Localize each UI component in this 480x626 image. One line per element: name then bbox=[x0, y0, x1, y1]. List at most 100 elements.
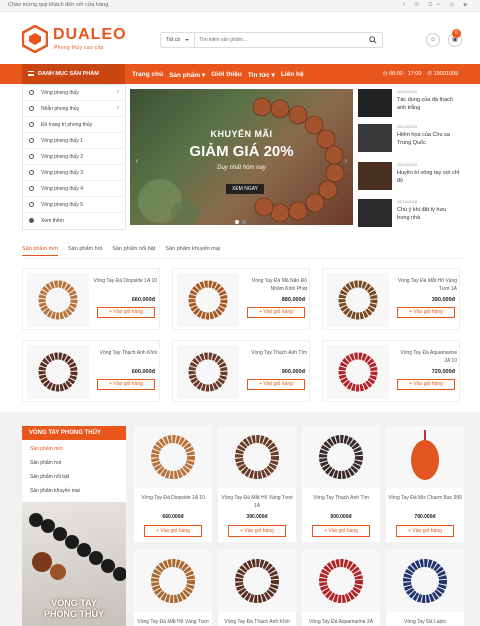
product-image[interactable] bbox=[27, 345, 89, 399]
news-item[interactable]: 26/10/2018 Hiểm họa của Chu sa Trung Quốc bbox=[358, 124, 462, 156]
news-item[interactable]: 26/10/2018 Huyền bí vòng tay sợi chỉ đỏ bbox=[358, 162, 462, 194]
product-name[interactable]: Vòng Tay Đá Mắt Hổ Vàng Tươi bbox=[136, 618, 210, 626]
product-card[interactable]: Vòng Tay Đá Diopside 1A 10 660.000đ + Và… bbox=[22, 268, 160, 330]
product-name[interactable]: Vòng Tay Thạch Anh Tím bbox=[243, 349, 307, 357]
next-slide-icon[interactable]: › bbox=[341, 156, 351, 168]
news-item[interactable]: 10/10/2018 Tác dụng của đá thạch anh trắn… bbox=[358, 89, 462, 121]
product-image[interactable] bbox=[218, 426, 296, 488]
category-link[interactable]: Sản phẩm khuyến mại bbox=[30, 488, 80, 494]
news-thumbnail[interactable] bbox=[358, 162, 392, 190]
sidebar-item[interactable]: Vòng phong thủy 3 bbox=[23, 165, 125, 181]
social-icons[interactable]: f ✉ G+ ◎ ▶ bbox=[403, 2, 472, 8]
product-image[interactable] bbox=[218, 550, 296, 612]
news-title[interactable]: Huyền bí vòng tay sợi chỉ đỏ bbox=[397, 169, 459, 185]
product-name[interactable]: Vòng Tay Đá Mắt Hổ Vàng Tươi 1A bbox=[393, 277, 457, 293]
sidebar-item[interactable]: Đồ trang trí phong thủy bbox=[23, 117, 125, 133]
category-menu-button[interactable]: DANH MỤC SẢN PHẨM bbox=[22, 64, 125, 84]
category-link[interactable]: Sản phẩm nổi bật bbox=[30, 474, 69, 480]
product-image[interactable] bbox=[134, 426, 212, 488]
grid-product-card[interactable]: Vòng Tay Đá Diopside 1A 10 660.000đ + Và… bbox=[134, 426, 212, 542]
add-to-cart-button[interactable]: + Vào giỏ hàng bbox=[397, 307, 455, 318]
news-title[interactable]: Tác dụng của đá thạch anh trắng bbox=[397, 96, 459, 112]
product-image[interactable] bbox=[386, 426, 464, 488]
hotline[interactable]: ✆ 19001009 bbox=[427, 71, 458, 77]
news-title[interactable]: Chú ý khi đặt tỳ hưu trong nhà bbox=[397, 206, 459, 222]
add-to-cart-button[interactable]: + Vào giỏ hàng bbox=[97, 379, 155, 390]
sidebar-item[interactable]: Vòng phong thủy 4 bbox=[23, 181, 125, 197]
grid-product-card[interactable]: Vòng Tay Đá Mix Charm Bạc 999 780.000đ +… bbox=[386, 426, 464, 542]
nav-news[interactable]: Tin tức ▾ bbox=[248, 71, 275, 79]
hero-banner[interactable]: KHUYẾN MÃI GIẢM GIÁ 20% Duy nhất hôm nay… bbox=[130, 89, 353, 225]
product-name[interactable]: Vòng Tay Thạch Anh Khói bbox=[93, 349, 157, 357]
brand-name[interactable]: DUALEO bbox=[53, 26, 127, 44]
user-icon[interactable]: ☺ bbox=[426, 33, 440, 47]
product-name[interactable]: Vòng Tay Đá Diopside 1A 10 bbox=[93, 277, 157, 285]
add-to-cart-button[interactable]: + Vào giỏ hàng bbox=[228, 525, 286, 537]
product-image[interactable] bbox=[302, 550, 380, 612]
search-input[interactable] bbox=[199, 34, 359, 46]
category-link[interactable]: Sản phẩm hot bbox=[30, 460, 61, 466]
sidebar-item[interactable]: Vòng phong thủy 5 bbox=[23, 197, 125, 213]
news-thumbnail[interactable] bbox=[358, 199, 392, 227]
tab-new[interactable]: Sản phẩm mới bbox=[22, 246, 59, 256]
product-name[interactable]: Vòng Tay Đá Mix Charm Bạc 999 bbox=[388, 494, 462, 502]
logo-icon[interactable] bbox=[22, 25, 48, 53]
sidebar-item[interactable]: Vòng phong thủy 2 bbox=[23, 149, 125, 165]
grid-product-card[interactable]: Vòng Tay Đá Mắt Hổ Vàng Tươi 1A 390.000đ… bbox=[218, 426, 296, 542]
slide-dot-active[interactable] bbox=[235, 220, 239, 224]
banner-cta-button[interactable]: XEM NGAY bbox=[226, 184, 264, 194]
product-name[interactable]: Vòng Tay Thạch Anh Tím bbox=[304, 494, 378, 502]
add-to-cart-button[interactable]: + Vào giỏ hàng bbox=[396, 525, 454, 537]
sidebar-item-more[interactable]: Xem thêm bbox=[23, 213, 125, 229]
search-icon[interactable] bbox=[369, 36, 377, 44]
product-card[interactable]: Vòng Tay Đá Mắt Hổ Vàng Tươi 1A 390.000đ… bbox=[322, 268, 460, 330]
product-name[interactable]: Vòng Tay Đá Diopside 1A 10 bbox=[136, 494, 210, 502]
sidebar-item[interactable]: Vòng phong thủy › bbox=[23, 85, 125, 101]
sidebar-item[interactable]: Nhẫn phong thủy › bbox=[23, 101, 125, 117]
news-thumbnail[interactable] bbox=[358, 124, 392, 152]
product-image[interactable] bbox=[177, 273, 239, 327]
product-name[interactable]: Vòng Tay Đá Lapis bbox=[388, 618, 462, 626]
nav-contact[interactable]: Liên hệ bbox=[281, 71, 304, 79]
add-to-cart-button[interactable]: + Vào giỏ hàng bbox=[312, 525, 370, 537]
grid-product-card[interactable]: Vòng Tay Đá Thạch Anh Khói bbox=[218, 550, 296, 626]
product-image[interactable] bbox=[386, 550, 464, 612]
product-card[interactable]: Vòng Tay Thạch Anh Khói 600.000đ + Vào g… bbox=[22, 340, 160, 402]
news-thumbnail[interactable] bbox=[358, 89, 392, 117]
product-image[interactable] bbox=[27, 273, 89, 327]
grid-product-card[interactable]: Vòng Tay Đá Mắt Hổ Vàng Tươi bbox=[134, 550, 212, 626]
product-name[interactable]: Vòng Tay Đá Thạch Anh Khói bbox=[220, 618, 294, 626]
product-name[interactable]: Vòng Tay Đá Mắt Hổ Vàng Tươi 1A bbox=[220, 494, 294, 510]
product-name[interactable]: Vòng Tay Đá Mã Não Đỏ Nhâm Kinh Phát bbox=[243, 277, 307, 293]
prev-slide-icon[interactable]: ‹ bbox=[132, 156, 142, 168]
add-to-cart-button[interactable]: + Vào giỏ hàng bbox=[247, 307, 305, 318]
search-category-select[interactable]: Tất cả bbox=[161, 33, 195, 47]
product-name[interactable]: Vòng Tay Đá Aquamarine 2A bbox=[304, 618, 378, 626]
product-image[interactable] bbox=[134, 550, 212, 612]
add-to-cart-button[interactable]: + Vào giỏ hàng bbox=[247, 379, 305, 390]
sidebar-item[interactable]: Vòng phong thủy 1 bbox=[23, 133, 125, 149]
product-name[interactable]: Vòng Tay Đá Aquamarine 2A 10 bbox=[393, 349, 457, 365]
product-card[interactable]: Vòng Tay Thạch Anh Tím 900.000đ + Vào gi… bbox=[172, 340, 310, 402]
product-image[interactable] bbox=[302, 426, 380, 488]
grid-product-card[interactable]: Vòng Tay Thạch Anh Tím 900.000đ + Vào gi… bbox=[302, 426, 380, 542]
tab-featured[interactable]: Sản phẩm nổi bật bbox=[112, 246, 155, 256]
grid-product-card[interactable]: Vòng Tay Đá Aquamarine 2A bbox=[302, 550, 380, 626]
category-link[interactable]: Sản phẩm mới bbox=[30, 446, 63, 452]
add-to-cart-button[interactable]: + Vào giỏ hàng bbox=[144, 525, 202, 537]
product-card[interactable]: Vòng Tay Đá Aquamarine 2A 10 729.000đ + … bbox=[322, 340, 460, 402]
slide-dot[interactable] bbox=[242, 220, 246, 224]
news-title[interactable]: Hiểm họa của Chu sa Trung Quốc bbox=[397, 131, 459, 147]
product-image[interactable] bbox=[177, 345, 239, 399]
product-image[interactable] bbox=[327, 345, 389, 399]
category-banner[interactable]: VÒNG TAY PHONG THỦY bbox=[22, 502, 126, 626]
nav-about[interactable]: Giới thiệu bbox=[211, 71, 242, 79]
news-item[interactable]: 26/10/2018 Chú ý khi đặt tỳ hưu trong nhà bbox=[358, 199, 462, 231]
nav-home[interactable]: Trang chủ bbox=[132, 71, 163, 79]
add-to-cart-button[interactable]: + Vào giỏ hàng bbox=[397, 379, 455, 390]
tab-promo[interactable]: Sản phẩm khuyến mại bbox=[165, 246, 220, 256]
product-card[interactable]: Vòng Tay Đá Mã Não Đỏ Nhâm Kinh Phát 880… bbox=[172, 268, 310, 330]
product-image[interactable] bbox=[327, 273, 389, 327]
add-to-cart-button[interactable]: + Vào giỏ hàng bbox=[97, 307, 155, 318]
nav-products[interactable]: Sản phẩm ▾ bbox=[169, 71, 205, 79]
